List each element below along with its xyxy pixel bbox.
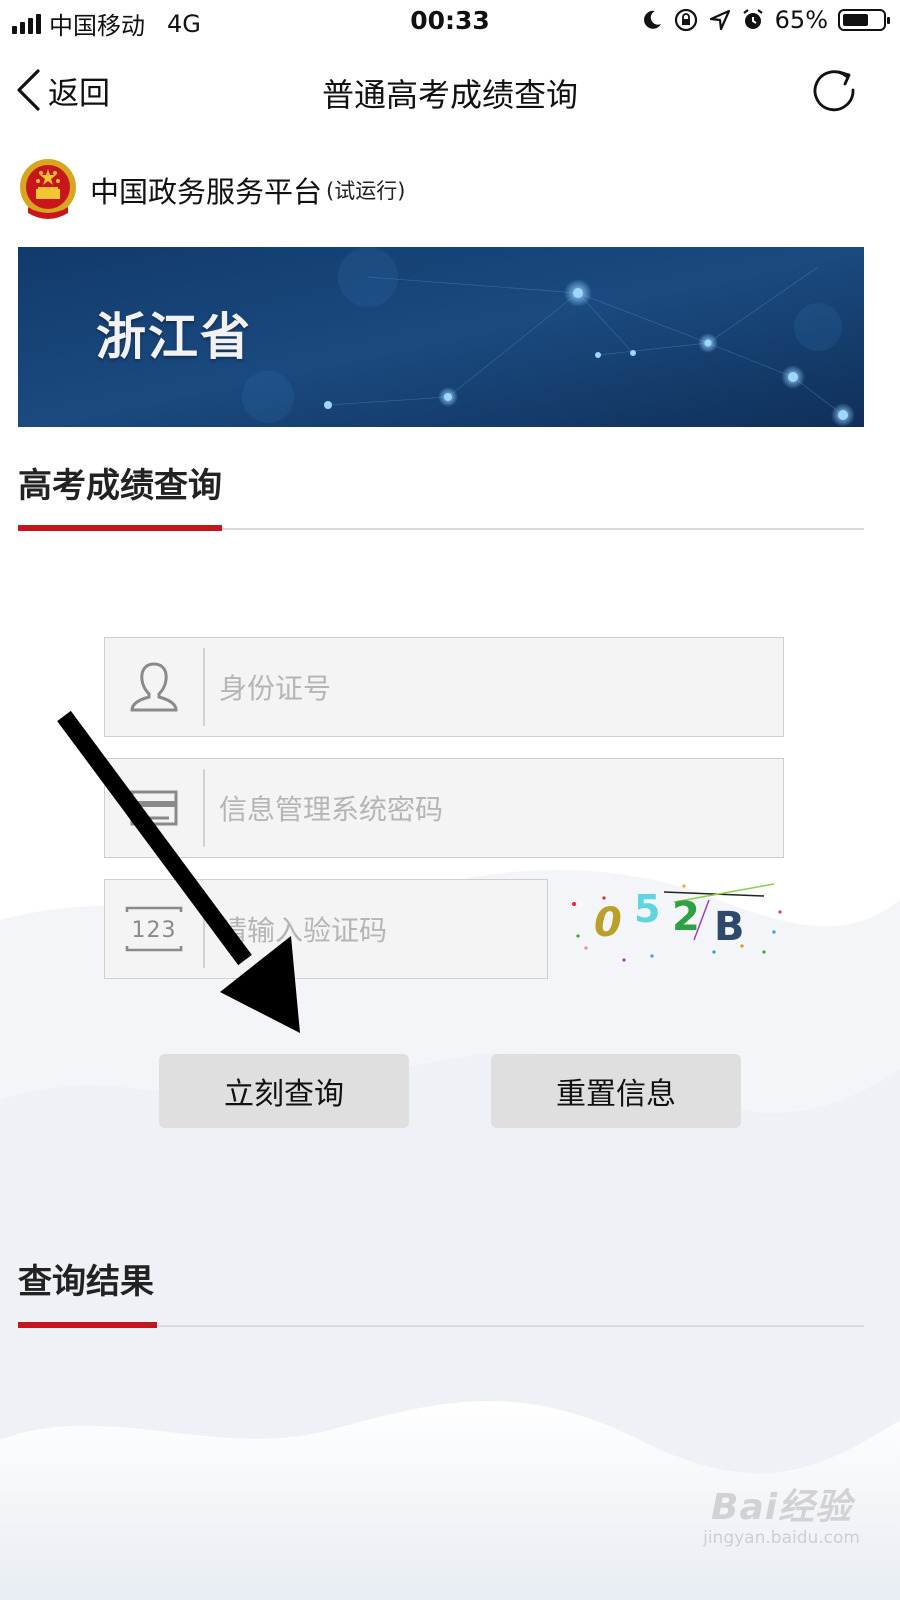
id-number-input[interactable]: [217, 638, 773, 738]
captcha-field: 123: [104, 879, 548, 980]
captcha-char: 0: [594, 900, 622, 946]
password-input[interactable]: [217, 759, 773, 859]
captcha-input[interactable]: [217, 880, 537, 980]
query-now-button[interactable]: 立刻查询: [159, 1054, 409, 1128]
reset-info-button[interactable]: 重置信息: [491, 1054, 741, 1128]
result-section-title: 查询结果: [18, 1262, 154, 1302]
password-field: [104, 758, 784, 859]
code-123-label: 123: [132, 918, 177, 943]
card-icon: [105, 759, 203, 857]
captcha-char: B: [714, 904, 745, 950]
numeric-code-icon: 123: [105, 880, 203, 978]
result-section-accent: [18, 1322, 157, 1328]
id-number-field: [104, 637, 784, 738]
query-form: 123 0 5 2 B 立刻查询 重置信息: [0, 0, 900, 1600]
watermark-brand: Bai经验: [711, 1487, 853, 1528]
baidu-jingyan-watermark: Bai经验 jingyan.baidu.com: [703, 1478, 860, 1548]
captcha-char: 2: [672, 894, 700, 940]
captcha-image[interactable]: 0 5 2 B: [564, 878, 788, 966]
result-section-divider: [18, 1322, 864, 1328]
watermark-url: jingyan.baidu.com: [703, 1528, 860, 1548]
captcha-char: 5: [634, 887, 660, 931]
user-icon: [105, 638, 203, 736]
